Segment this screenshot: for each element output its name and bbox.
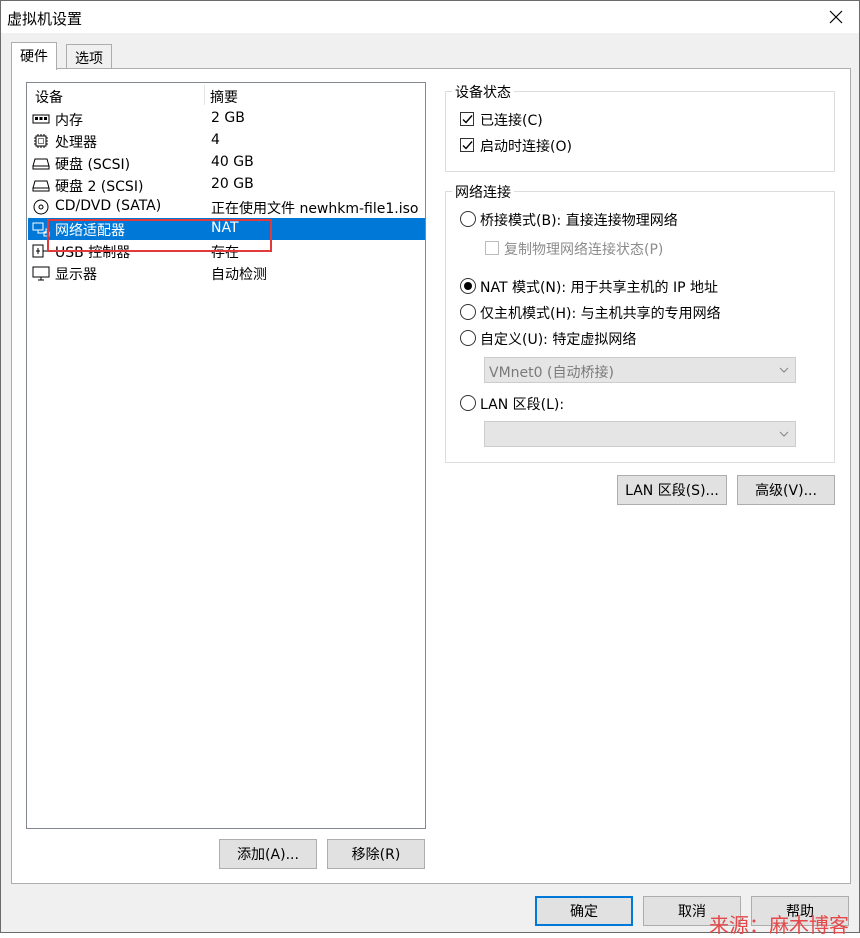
device-summary: 20 GB [211,176,254,192]
nat-label[interactable]: NAT 模式(N): 用于共享主机的 IP 地址 [480,277,718,297]
device-list[interactable]: 设备 摘要 内存 2 GB 处理器 4 硬盘 (SCSI) 40 GB 硬盘 2… [26,82,426,829]
cd-dvd-icon [33,199,49,215]
usb-icon [32,244,48,258]
connected-label[interactable]: 已连接(C) [480,110,543,130]
host-only-label[interactable]: 仅主机模式(H): 与主机共享的专用网络 [480,303,721,323]
device-name: 显示器 [55,267,97,283]
checkmark-icon [462,140,473,150]
column-header-device[interactable]: 设备 [27,83,63,107]
advanced-button[interactable]: 高级(V)... [737,475,835,505]
network-connection-title: 网络连接 [452,182,514,202]
device-summary: 存在 [211,245,239,261]
connect-at-power-on-checkbox[interactable] [460,138,474,152]
close-icon [829,10,843,24]
bridged-radio[interactable] [460,211,476,227]
tab-hardware[interactable]: 硬件 [11,42,57,70]
connect-at-power-on-label[interactable]: 启动时连接(O) [480,136,572,156]
network-adapter-icon [32,222,50,237]
title-bar: 虚拟机设置 [1,1,859,33]
chevron-down-icon [779,367,789,373]
device-summary: 4 [211,132,220,148]
device-row-cd-dvd[interactable]: CD/DVD (SATA) 正在使用文件 newhkm-file1.iso [28,196,425,218]
source-watermark: 来源：麻木博客 [709,913,849,937]
add-device-button[interactable]: 添加(A)... [219,839,317,869]
device-name: 内存 [55,113,83,129]
device-name: USB 控制器 [55,245,131,261]
tab-options-label: 选项 [75,51,103,67]
device-status-group: 设备状态 [445,82,835,172]
monitor-icon [32,266,50,281]
device-row-display[interactable]: 显示器 自动检测 [28,262,425,284]
custom-radio[interactable] [460,330,476,346]
device-row-network-adapter[interactable]: 网络适配器 NAT [28,218,425,240]
device-summary: 自动检测 [211,267,267,283]
custom-network-value: VMnet0 (自动桥接) [489,365,614,381]
replicate-state-checkbox[interactable] [485,241,499,255]
remove-device-button[interactable]: 移除(R) [327,839,425,869]
device-status-title: 设备状态 [452,82,514,102]
bridged-label[interactable]: 桥接模式(B): 直接连接物理网络 [480,210,678,230]
device-summary: NAT [211,220,239,236]
column-header-summary[interactable]: 摘要 [202,83,238,107]
close-button[interactable] [813,1,859,33]
tab-options[interactable]: 选项 [66,44,112,70]
lan-segment-select[interactable] [484,421,796,447]
hard-disk-icon [32,158,50,170]
lan-segments-button[interactable]: LAN 区段(S)... [617,475,727,505]
ok-button[interactable]: 确定 [535,896,633,926]
checkmark-icon [462,114,473,124]
processor-icon [34,134,48,148]
device-name: 硬盘 2 (SCSI) [55,179,144,195]
replicate-state-label[interactable]: 复制物理网络连接状态(P) [504,239,663,259]
device-name: 硬盘 (SCSI) [55,157,131,173]
lan-segment-label[interactable]: LAN 区段(L): [480,394,564,414]
connected-checkbox[interactable] [460,112,474,126]
chevron-down-icon [779,431,789,437]
device-row-hard-disk[interactable]: 硬盘 (SCSI) 40 GB [28,152,425,174]
device-summary: 40 GB [211,154,254,170]
device-row-usb-controller[interactable]: USB 控制器 存在 [28,240,425,262]
device-name: CD/DVD (SATA) [55,198,162,214]
memory-icon [32,114,50,124]
nat-radio[interactable] [460,278,476,294]
custom-network-select[interactable]: VMnet0 (自动桥接) [484,357,796,383]
device-summary: 2 GB [211,110,245,126]
device-row-processor[interactable]: 处理器 4 [28,130,425,152]
device-summary: 正在使用文件 newhkm-file1.iso [211,201,419,217]
lan-segment-radio[interactable] [460,395,476,411]
vm-settings-dialog: 虚拟机设置 硬件 选项 设备 摘要 内存 2 GB 处理器 4 硬盘 (SCSI… [0,0,860,937]
custom-label[interactable]: 自定义(U): 特定虚拟网络 [480,329,636,349]
tab-hardware-label: 硬件 [20,49,48,65]
hard-disk-icon [32,180,50,192]
device-name: 处理器 [55,135,97,151]
host-only-radio[interactable] [460,304,476,320]
device-row-hard-disk-2[interactable]: 硬盘 2 (SCSI) 20 GB [28,174,425,196]
window-title: 虚拟机设置 [7,10,83,28]
device-name: 网络适配器 [55,223,125,239]
device-row-memory[interactable]: 内存 2 GB [28,108,425,130]
